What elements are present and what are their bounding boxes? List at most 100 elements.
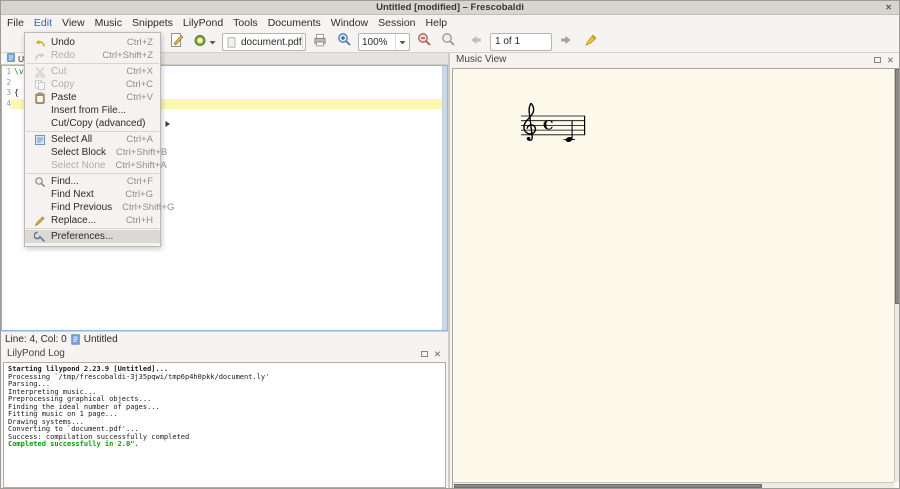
print-icon	[312, 32, 328, 53]
submenu-arrow-icon	[164, 120, 171, 128]
menu-item-find-previous[interactable]: Find PreviousCtrl+Shift+G	[25, 201, 160, 214]
menu-item-label: Cut/Copy (advanced)	[51, 118, 146, 129]
dock-float-icon[interactable]	[874, 57, 881, 63]
caret-down-icon	[395, 34, 409, 50]
menubar-item-view[interactable]: View	[57, 15, 90, 32]
menu-separator	[26, 173, 159, 174]
menubar-item-window[interactable]: Window	[326, 15, 373, 32]
zoom-in-button[interactable]	[334, 33, 354, 51]
document-select[interactable]: document.pdf	[222, 33, 306, 51]
print-button[interactable]	[310, 33, 330, 51]
lilypond-icon	[193, 32, 209, 53]
document-edit-icon	[169, 32, 185, 53]
cursor-position: Line: 4, Col: 0	[5, 334, 67, 345]
document-icon	[7, 53, 15, 64]
menu-item-preferences[interactable]: Preferences...	[25, 230, 160, 243]
menu-item-select-block[interactable]: Select BlockCtrl+Shift+B	[25, 146, 160, 159]
line-number: 4	[2, 99, 11, 110]
document-icon	[71, 334, 80, 345]
menu-item-label: Cut	[51, 66, 116, 77]
menubar-item-help[interactable]: Help	[421, 15, 453, 32]
menu-item-label: Find Next	[51, 189, 115, 200]
statusbar-document-name: Untitled	[84, 334, 118, 345]
music-vscroll-thumb[interactable]	[895, 69, 900, 304]
dock-float-icon[interactable]	[421, 351, 428, 357]
menu-item-insert-from-file[interactable]: Insert from File...	[25, 104, 160, 117]
menu-item-paste[interactable]: PasteCtrl+V	[25, 91, 160, 104]
dock-close-icon[interactable]: ✕	[887, 55, 894, 65]
menubar-item-tools[interactable]: Tools	[228, 15, 263, 32]
menu-item-label: Redo	[51, 50, 92, 61]
redo-icon	[33, 50, 46, 62]
engrave-button[interactable]	[191, 33, 218, 51]
statusbar: Line: 4, Col: 0 Untitled	[1, 331, 448, 347]
menu-item-label: Select None	[51, 160, 105, 171]
menubar-item-music[interactable]: Music	[90, 15, 127, 32]
quarter-note	[564, 121, 576, 143]
menu-item-shortcut: Ctrl+Z	[127, 37, 153, 48]
zoom-out-button[interactable]	[414, 33, 434, 51]
menubar-item-edit[interactable]: Edit	[29, 15, 57, 32]
caret-down-icon	[302, 34, 306, 50]
menu-item-replace[interactable]: Replace...Ctrl+H	[25, 214, 160, 227]
menu-item-label: Select Block	[51, 147, 106, 158]
menubar-item-documents[interactable]: Documents	[263, 15, 326, 32]
magnifier-button[interactable]	[438, 33, 458, 51]
menu-item-cut: CutCtrl+X	[25, 65, 160, 78]
line-text	[11, 78, 14, 89]
menubar-item-snippets[interactable]: Snippets	[127, 15, 178, 32]
music-hscroll-thumb[interactable]	[454, 484, 762, 488]
edit-in-place-button[interactable]	[167, 33, 187, 51]
zoom-select[interactable]: 100%	[358, 33, 410, 51]
line-text	[11, 99, 14, 110]
menu-item-cut-copy-advanced[interactable]: Cut/Copy (advanced)	[25, 117, 160, 130]
menu-item-label: Undo	[51, 37, 117, 48]
preferences-icon	[33, 231, 46, 243]
menu-item-shortcut: Ctrl+H	[126, 215, 153, 226]
menu-separator	[26, 63, 159, 64]
music-view-panel: Music View ✕ C	[450, 53, 900, 489]
music-panel-title: Music View	[456, 54, 506, 65]
editor-scrollbar[interactable]	[442, 66, 447, 330]
titlebar: Untitled [modified] – Frescobaldi ✕	[1, 1, 899, 15]
document-icon	[225, 37, 238, 48]
find-icon	[33, 176, 46, 188]
menu-item-find-next[interactable]: Find NextCtrl+G	[25, 188, 160, 201]
menubar: FileEditViewMusicSnippetsLilyPondToolsDo…	[1, 15, 899, 32]
dock-close-icon[interactable]: ✕	[434, 349, 441, 359]
arrow-right-icon	[559, 33, 573, 52]
music-horizontal-scrollbar[interactable]	[453, 482, 894, 489]
line-number: 3	[2, 88, 11, 99]
menu-item-shortcut: Ctrl+C	[126, 79, 153, 90]
window-close-icon[interactable]: ✕	[885, 3, 892, 12]
menu-item-shortcut: Ctrl+Shift+Z	[102, 50, 153, 61]
line-number: 1	[2, 67, 11, 78]
next-page-button[interactable]	[556, 33, 576, 51]
log-panel-header: LilyPond Log ✕	[1, 347, 448, 361]
frescobaldi-window: Untitled [modified] – Frescobaldi ✕ File…	[0, 0, 900, 489]
menubar-item-file[interactable]: File	[2, 15, 29, 32]
menu-item-label: Find...	[51, 176, 117, 187]
music-vertical-scrollbar[interactable]	[894, 69, 900, 482]
page-number-field[interactable]: 1 of 1	[490, 33, 552, 51]
menu-item-find[interactable]: Find...Ctrl+F	[25, 175, 160, 188]
highlight-button[interactable]	[580, 33, 600, 51]
menu-item-shortcut: Ctrl+V	[126, 92, 153, 103]
menu-separator	[26, 131, 159, 132]
menu-item-shortcut: Ctrl+A	[126, 134, 153, 145]
menu-item-select-all[interactable]: Select AllCtrl+A	[25, 133, 160, 146]
document-select-value: document.pdf	[238, 37, 302, 48]
music-page[interactable]: C	[452, 68, 900, 489]
menu-item-label: Preferences...	[51, 231, 143, 242]
line-number: 2	[2, 78, 11, 89]
zoom-out-icon	[417, 32, 432, 52]
menu-item-label: Copy	[51, 79, 116, 90]
menu-item-redo: Redo Ctrl+Shift+Z	[25, 49, 160, 62]
music-notation[interactable]: C	[515, 100, 595, 156]
menu-item-shortcut: Ctrl+Shift+B	[116, 147, 167, 158]
menu-item-select-none: Select NoneCtrl+Shift+A	[25, 159, 160, 172]
menubar-item-lilypond[interactable]: LilyPond	[178, 15, 228, 32]
menubar-item-session[interactable]: Session	[373, 15, 420, 32]
menu-item-undo[interactable]: Undo Ctrl+Z	[25, 36, 160, 49]
editor-scrollbar-thumb[interactable]	[443, 66, 447, 330]
